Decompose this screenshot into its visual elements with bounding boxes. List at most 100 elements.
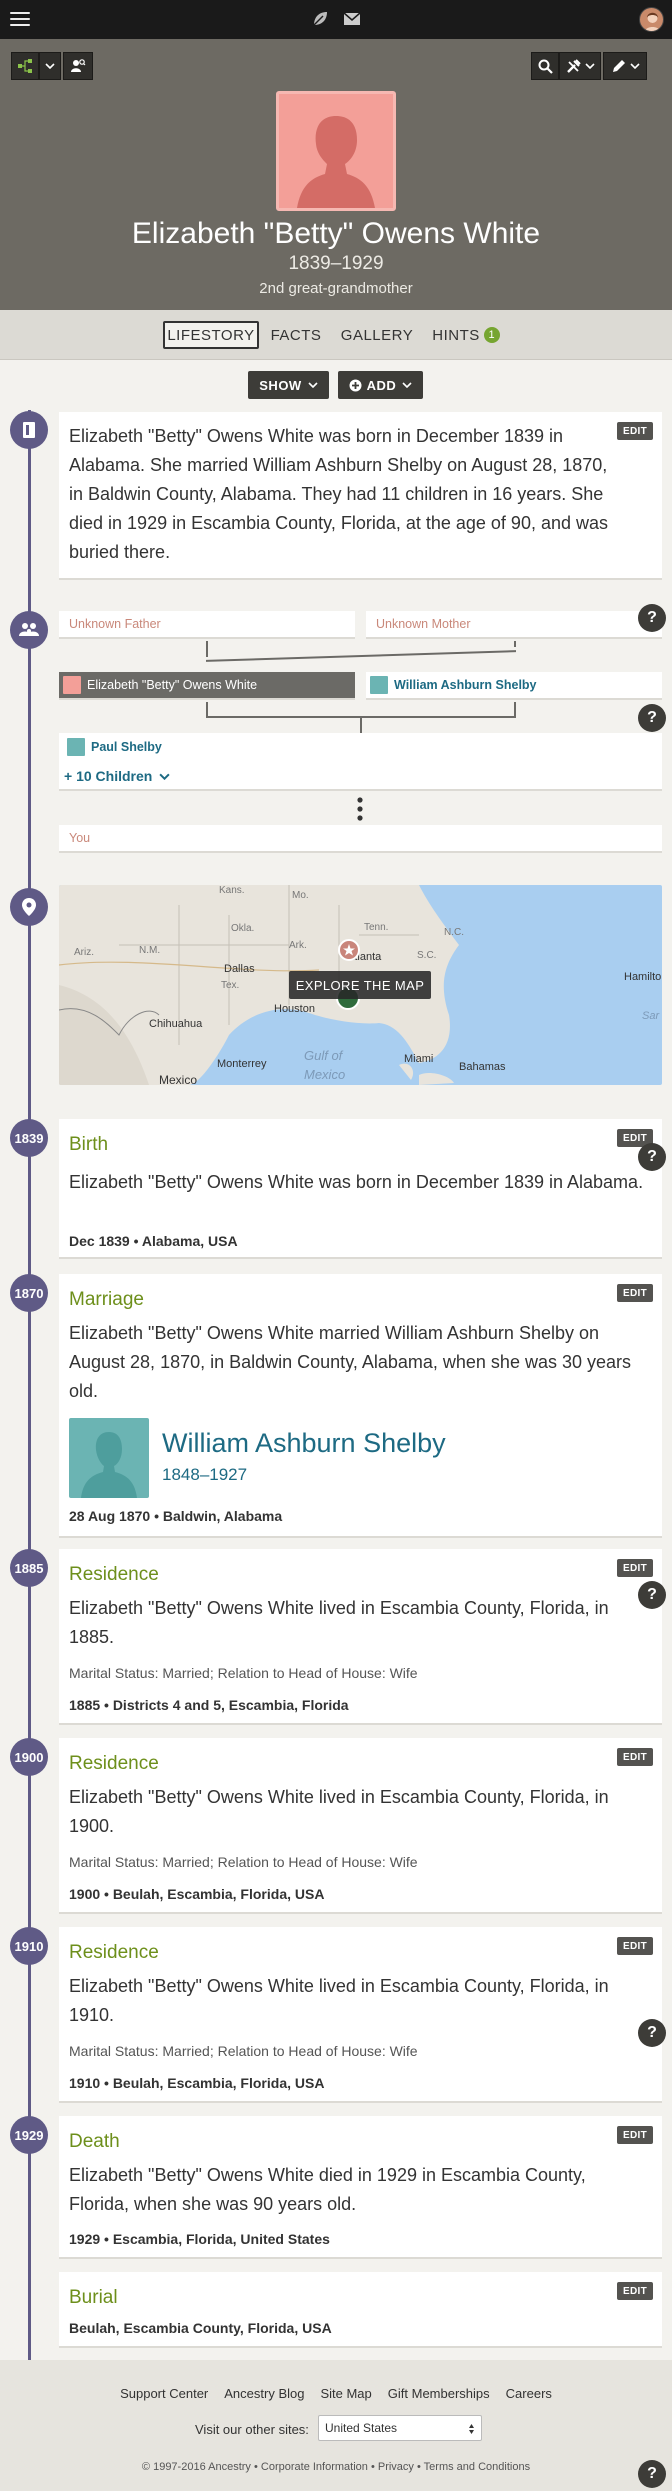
- map-label: Ark.: [289, 940, 307, 951]
- map-label: Hamilto: [624, 971, 662, 983]
- map-marker-icon[interactable]: [337, 938, 361, 962]
- tree-dropdown-button[interactable]: [39, 52, 61, 80]
- mail-icon[interactable]: [343, 11, 361, 27]
- search-button[interactable]: [531, 52, 559, 80]
- edit-menu-button[interactable]: [603, 52, 647, 80]
- event-title: Residence: [69, 1753, 159, 1774]
- chevron-down-icon: [159, 773, 170, 780]
- tree-icon: [18, 59, 32, 73]
- map-label: Houston: [274, 1003, 315, 1015]
- map-node: [10, 888, 48, 926]
- profile-photo[interactable]: [276, 91, 396, 211]
- male-silhouette-icon: [81, 1432, 137, 1498]
- timeline-year-node: 1900: [10, 1738, 48, 1776]
- event-title: Birth: [69, 1134, 109, 1155]
- plus-circle-icon: [349, 379, 362, 391]
- spouse-dates: 1848–1927: [162, 1465, 248, 1484]
- show-label: SHOW: [259, 377, 302, 393]
- spouse-person-box[interactable]: William Ashburn Shelby: [366, 672, 662, 700]
- footer-link[interactable]: Support Center: [120, 2386, 208, 2401]
- male-silhouette-icon: [370, 676, 388, 694]
- footer-link[interactable]: Site Map: [320, 2386, 371, 2401]
- show-button[interactable]: SHOW: [248, 371, 329, 399]
- more-children-toggle[interactable]: + 10 Children: [64, 768, 170, 784]
- tab-lifestory[interactable]: LIFESTORY: [163, 321, 259, 349]
- self-person-box[interactable]: Elizabeth "Betty" Owens White: [59, 672, 355, 700]
- event-description: Elizabeth "Betty" Owens White lived in E…: [69, 1976, 609, 2025]
- pencil-icon: [612, 59, 625, 72]
- chevron-down-icon: [45, 63, 55, 69]
- profile-tabs: LIFESTORY FACTS GALLERY HINTS 1: [0, 310, 672, 360]
- help-button[interactable]: ?: [638, 1581, 666, 1609]
- user-avatar[interactable]: [639, 7, 664, 32]
- help-button[interactable]: ?: [638, 704, 666, 732]
- copyright-line: © 1997-2016 Ancestry • Corporate Informa…: [141, 2461, 531, 2473]
- burial-event-card: Burial EDIT Beulah, Escambia County, Flo…: [59, 2272, 662, 2348]
- tree-view-button[interactable]: [11, 52, 39, 80]
- footer-link[interactable]: Ancestry Blog: [224, 2386, 304, 2401]
- you-box[interactable]: You: [59, 825, 662, 853]
- tab-gallery[interactable]: GALLERY: [340, 321, 414, 349]
- event-title: Residence: [69, 1564, 159, 1585]
- edit-button[interactable]: EDIT: [617, 2126, 653, 2144]
- spouse-name-link[interactable]: William Ashburn Shelby: [162, 1428, 446, 1459]
- timeline-line: [28, 410, 31, 2360]
- story-node: [10, 411, 48, 449]
- children-box: Paul Shelby + 10 Children: [59, 733, 662, 791]
- more-vertical-icon[interactable]: [355, 796, 365, 822]
- event-description: Elizabeth "Betty" Owens White lived in E…: [69, 1787, 609, 1836]
- map-label: Mexico: [159, 1073, 198, 1085]
- tab-hints-label: HINTS: [432, 326, 480, 344]
- person-search-icon: [71, 59, 86, 72]
- edit-button[interactable]: EDIT: [617, 1937, 653, 1955]
- unknown-mother[interactable]: Unknown Mother: [366, 611, 662, 639]
- add-button[interactable]: ADD: [338, 371, 423, 399]
- map-label: Sar: [642, 1010, 660, 1022]
- map-label: Tenn.: [364, 922, 389, 933]
- map-label: N.C.: [444, 927, 464, 938]
- help-button[interactable]: ?: [638, 1143, 666, 1171]
- event-description: Elizabeth "Betty" Owens White lived in E…: [69, 1598, 609, 1647]
- help-button[interactable]: ?: [638, 2019, 666, 2047]
- footer-link[interactable]: Careers: [506, 2386, 552, 2401]
- spouse-photo[interactable]: [69, 1418, 149, 1498]
- tab-facts[interactable]: FACTS: [268, 321, 324, 349]
- person-search-button[interactable]: [63, 52, 93, 80]
- event-title: Residence: [69, 1942, 159, 1963]
- other-sites-select[interactable]: United States: [318, 2415, 482, 2441]
- events-map[interactable]: Kans. Mo. Tenn. N.C. S.C. Okla. Ark. Ari…: [59, 885, 662, 1085]
- map-label: Mo.: [292, 890, 309, 901]
- tools-button[interactable]: [559, 52, 601, 80]
- map-label: Monterrey: [217, 1058, 267, 1070]
- edit-button[interactable]: EDIT: [617, 1284, 653, 1302]
- event-detail: Marital Status: Married; Relation to Hea…: [69, 2043, 418, 2059]
- family-connector: [514, 641, 516, 647]
- child-person[interactable]: Paul Shelby: [63, 737, 162, 757]
- event-description: Elizabeth "Betty" Owens White married Wi…: [69, 1323, 632, 1401]
- edit-button[interactable]: EDIT: [617, 1559, 653, 1577]
- person-relationship: 2nd great-grandmother: [259, 280, 413, 297]
- event-title: Burial: [69, 2287, 118, 2308]
- event-description: Elizabeth "Betty" Owens White was born i…: [69, 1172, 644, 1192]
- chevron-down-icon: [402, 382, 412, 388]
- other-sites-label: Visit our other sites:: [195, 2422, 309, 2437]
- help-button[interactable]: ?: [638, 2460, 666, 2488]
- spouse-name-link: William Ashburn Shelby: [394, 678, 537, 692]
- map-label: Ariz.: [74, 947, 94, 958]
- timeline-year-node: 1910: [10, 1927, 48, 1965]
- edit-button[interactable]: EDIT: [617, 2282, 653, 2300]
- edit-button[interactable]: EDIT: [617, 422, 653, 440]
- person-name: Elizabeth "Betty" Owens White: [131, 217, 541, 250]
- residence-event-card: Residence EDIT Elizabeth "Betty" Owens W…: [59, 1738, 662, 1914]
- explore-map-button[interactable]: EXPLORE THE MAP: [289, 971, 431, 999]
- unknown-father[interactable]: Unknown Father: [59, 611, 355, 639]
- tab-hints[interactable]: HINTS 1: [430, 321, 502, 349]
- event-title: Marriage: [69, 1289, 144, 1310]
- help-button[interactable]: ?: [638, 604, 666, 632]
- edit-button[interactable]: EDIT: [617, 1748, 653, 1766]
- menu-icon[interactable]: [10, 12, 30, 27]
- map-label: Gulf of: [304, 1048, 343, 1063]
- leaf-icon[interactable]: [311, 10, 329, 28]
- male-silhouette-icon: [67, 738, 85, 756]
- footer-link[interactable]: Gift Memberships: [388, 2386, 490, 2401]
